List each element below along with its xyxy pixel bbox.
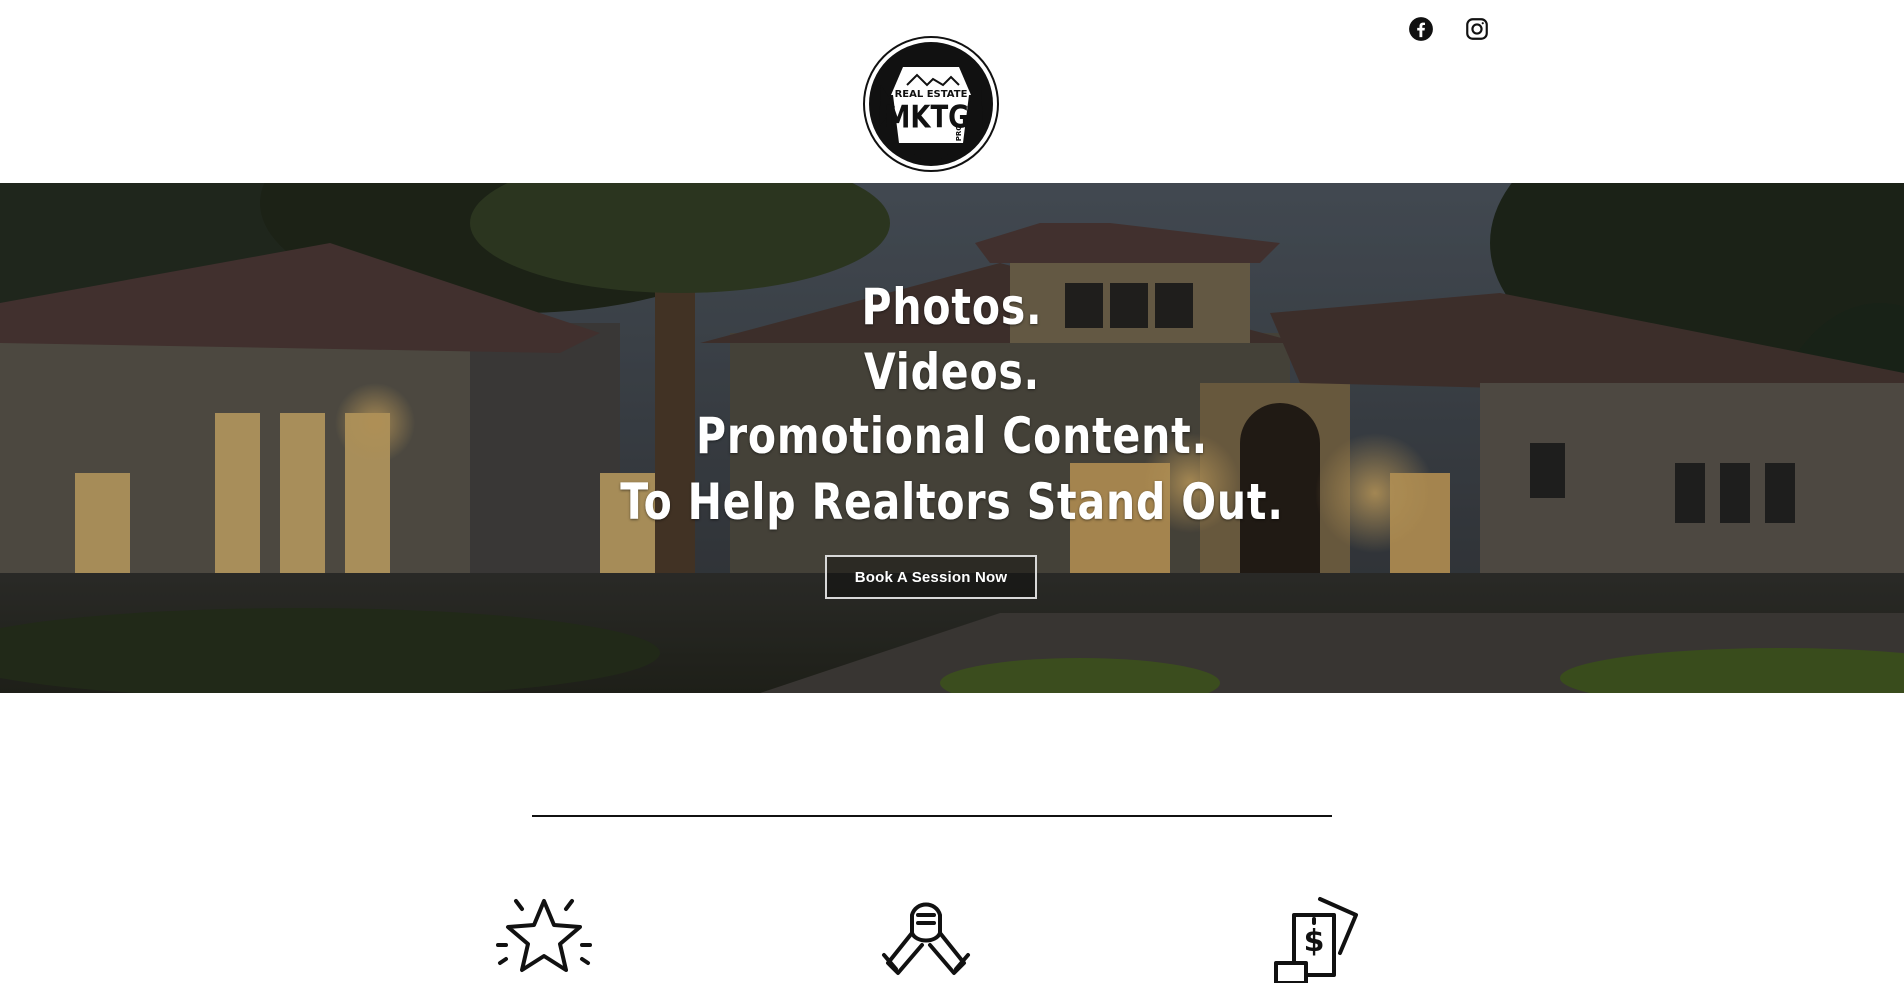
brand-logo[interactable]: REAL ESTATE MKTG PRO bbox=[863, 35, 999, 173]
section-divider bbox=[532, 815, 1332, 817]
logo-sub-text: PRO bbox=[955, 125, 963, 142]
hero-line-realtors: To Help Realtors Stand Out. bbox=[620, 473, 1284, 531]
hero-section: Photos. Videos. Promotional Content. To … bbox=[0, 183, 1904, 693]
handshake-icon bbox=[876, 893, 976, 983]
instagram-icon[interactable] bbox=[1463, 15, 1491, 43]
svg-text:$: $ bbox=[1304, 924, 1325, 959]
hero-line-promotional: Promotional Content. bbox=[696, 407, 1208, 465]
money-icon: $ bbox=[1270, 893, 1370, 985]
star-icon bbox=[494, 893, 594, 983]
site-header: REAL ESTATE MKTG PRO bbox=[0, 0, 1904, 183]
book-session-button[interactable]: Book A Session Now bbox=[825, 555, 1037, 599]
hero-line-photos: Photos. bbox=[861, 278, 1043, 336]
hero-line-videos: Videos. bbox=[863, 343, 1041, 401]
facebook-icon[interactable] bbox=[1407, 15, 1435, 43]
